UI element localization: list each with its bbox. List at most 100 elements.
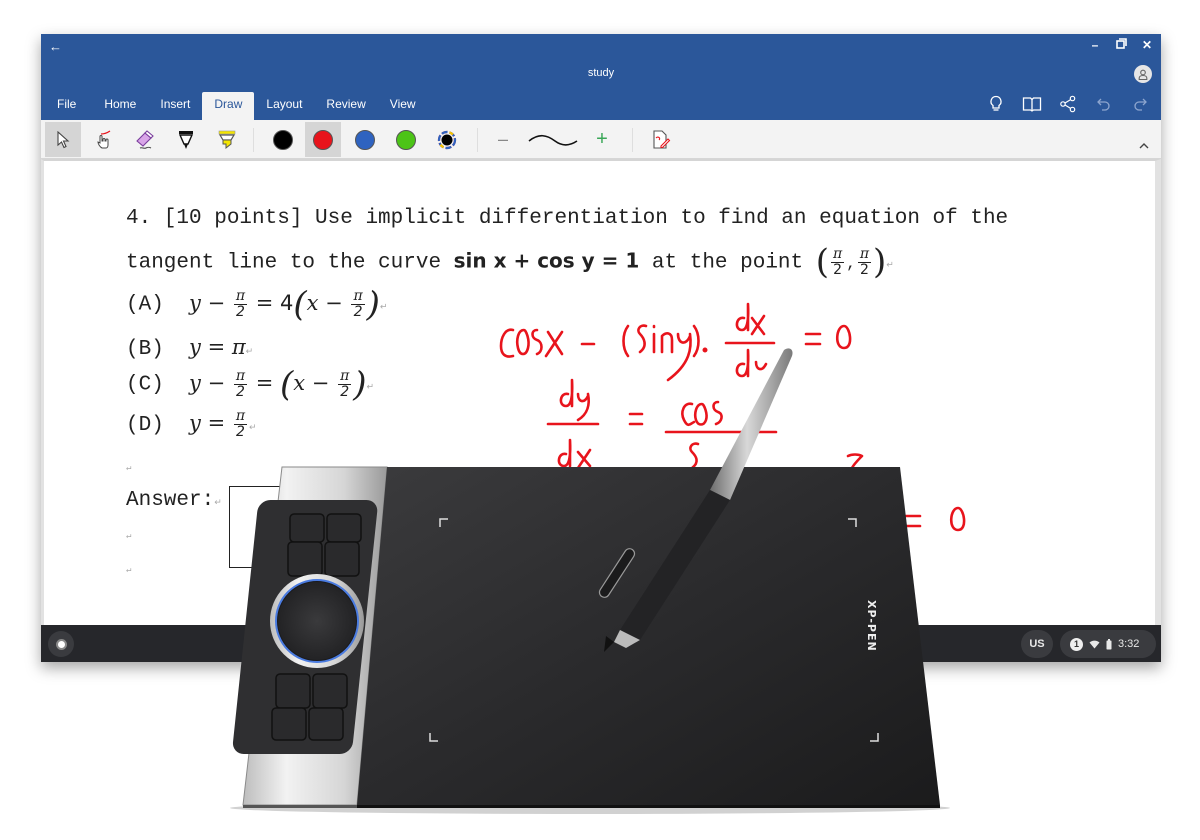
undo-icon: [1097, 98, 1110, 111]
option-label: (B): [126, 338, 164, 361]
tab-layout[interactable]: Layout: [254, 92, 314, 120]
ribbon-separator: [253, 128, 254, 152]
highlighter-button[interactable]: [209, 122, 245, 157]
app-window: ← – ✕ study File Home Insert Draw Layout…: [41, 34, 1161, 662]
option-a: (A) y − π2 = 4(x − π 2)↵: [126, 287, 387, 321]
paragraph-mark: ↵: [886, 260, 894, 271]
thickness-decrease-button[interactable]: –: [485, 122, 521, 157]
black-pen-button[interactable]: [168, 122, 204, 157]
paragraph-mark: ↵: [366, 382, 375, 393]
option-b: (B) y = π↵: [126, 335, 253, 361]
thickness-increase-button[interactable]: +: [584, 122, 620, 157]
color-wheel-icon: [437, 130, 457, 149]
book-icon: [1022, 97, 1042, 112]
option-expr: y = π: [189, 335, 246, 359]
option-expr: y = π2: [189, 408, 248, 440]
tell-me-button[interactable]: [985, 94, 1007, 114]
launcher-icon: [55, 638, 67, 650]
draw-ribbon: – +: [41, 120, 1161, 159]
document-title: study: [587, 67, 615, 79]
fraction: π2: [831, 245, 845, 278]
eraser-icon: [136, 129, 154, 149]
title-bar: ← – ✕ study File Home Insert Draw Layout…: [41, 34, 1161, 120]
lightbulb-icon: [990, 95, 1002, 111]
chevron-up-icon: [1139, 143, 1149, 149]
ink-editor-button[interactable]: [643, 122, 679, 157]
draw-with-touch-button[interactable]: [86, 122, 122, 157]
share-icon: [1060, 95, 1076, 113]
paragraph-mark: ↵: [126, 565, 132, 575]
system-shelf: US 1 3:32: [41, 625, 1161, 662]
curve-equation: sin x + cos y = 1: [453, 248, 640, 273]
fraction: π2: [857, 245, 872, 278]
stroke-preview-icon: [528, 134, 578, 146]
color-red-button[interactable]: [305, 122, 341, 157]
paragraph-mark: ↵: [245, 347, 254, 357]
user-icon: [1138, 69, 1148, 80]
redo-icon: [1134, 98, 1147, 111]
status-tray[interactable]: 1 3:32: [1060, 630, 1156, 658]
color-swatch-blue: [355, 129, 375, 150]
thickness-preview[interactable]: [525, 122, 581, 157]
document-canvas[interactable]: 4. [10 points] Use implicit differentiat…: [41, 159, 1161, 625]
paragraph-mark: ↵: [249, 423, 257, 433]
touch-draw-icon: [97, 129, 111, 148]
title-actions: [985, 94, 1151, 114]
tab-review[interactable]: Review: [314, 92, 377, 120]
tablet-edge: [357, 805, 940, 808]
color-custom-button[interactable]: [429, 122, 465, 157]
express-key: [271, 707, 307, 741]
option-label: (C): [126, 373, 164, 397]
cursor-arrow-icon: [57, 130, 70, 148]
minimize-button[interactable]: –: [1087, 38, 1103, 52]
option-expr: y − π2 = (x − π 2): [189, 364, 367, 404]
question-line-2: tangent line to the curve sin x + cos y …: [126, 242, 894, 282]
tab-view[interactable]: View: [378, 92, 428, 120]
tab-draw[interactable]: Draw: [202, 92, 255, 120]
paren-close: ): [873, 242, 887, 282]
tablet-shadow: [230, 802, 950, 814]
close-button[interactable]: ✕: [1139, 38, 1155, 52]
question-line-1: 4. [10 points] Use implicit differentiat…: [126, 207, 1009, 230]
launcher-button[interactable]: [48, 631, 74, 657]
collapse-ribbon-button[interactable]: [1139, 136, 1149, 154]
express-key: [275, 673, 311, 709]
account-avatar[interactable]: [1134, 65, 1152, 83]
tab-file[interactable]: File: [41, 92, 92, 120]
restore-icon: [1115, 38, 1127, 49]
paragraph-mark: ↵: [379, 302, 388, 313]
answer-label: Answer:↵: [126, 489, 222, 512]
input-method-button[interactable]: US: [1021, 630, 1053, 658]
tab-insert[interactable]: Insert: [148, 92, 202, 120]
restore-button[interactable]: [1113, 38, 1129, 52]
tab-home[interactable]: Home: [92, 92, 148, 120]
tablet-edge: [243, 805, 357, 808]
option-d: (D) y = π 2 ↵: [126, 409, 257, 440]
color-blue-button[interactable]: [347, 122, 383, 157]
ribbon-tabs: File Home Insert Draw Layout Review View: [41, 92, 428, 120]
color-swatch-green: [396, 129, 416, 150]
question-text: at the point: [639, 251, 816, 275]
color-black-button[interactable]: [265, 122, 301, 157]
highlighter-icon: [218, 130, 236, 149]
undo-button[interactable]: [1093, 94, 1115, 114]
plus-icon: +: [596, 128, 608, 150]
eraser-button[interactable]: [127, 122, 163, 157]
option-expr: y − π2 = 4(x − π 2): [189, 284, 380, 324]
answer-box[interactable]: [229, 486, 299, 568]
option-label: (A): [126, 293, 164, 317]
wifi-icon: [1089, 640, 1100, 648]
select-tool-button[interactable]: [45, 122, 81, 157]
redo-button[interactable]: [1129, 94, 1151, 114]
ribbon-separator: [632, 128, 633, 152]
color-swatch-black: [273, 129, 293, 150]
color-green-button[interactable]: [388, 122, 424, 157]
paragraph-mark: ↵: [126, 531, 132, 541]
share-button[interactable]: [1057, 94, 1079, 114]
express-keys-bottom: [271, 673, 348, 741]
back-button[interactable]: ←: [49, 39, 62, 54]
reading-mode-button[interactable]: [1021, 94, 1043, 114]
clock: 3:32: [1118, 638, 1140, 650]
express-key: [312, 673, 348, 709]
option-c: (C) y − π2 = (x − π 2)↵: [126, 367, 374, 401]
